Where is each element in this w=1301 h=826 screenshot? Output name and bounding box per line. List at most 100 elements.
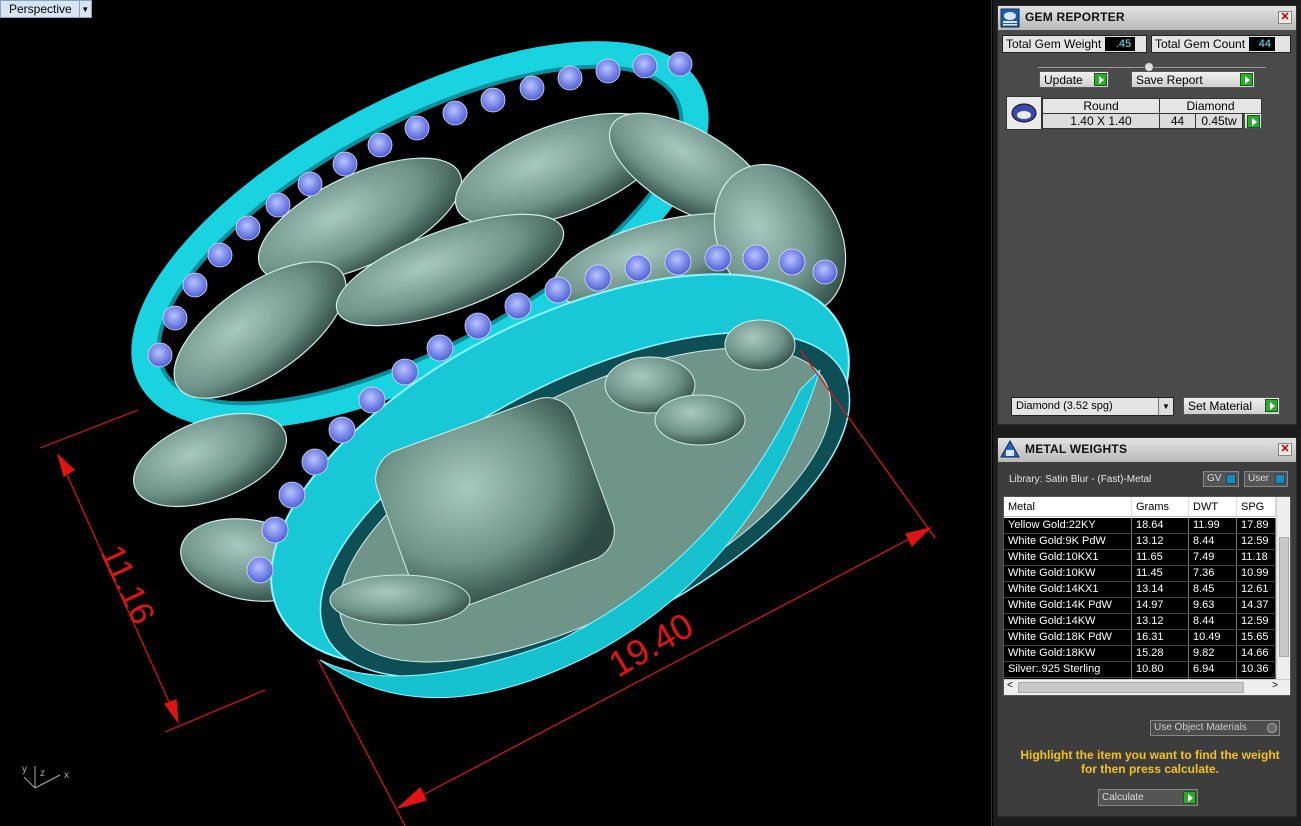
axis-x-label: x <box>64 770 69 781</box>
cell-dwt: 7.49 <box>1189 550 1237 565</box>
cell-metal: White Gold:18KW <box>1004 646 1132 661</box>
table-row[interactable]: White Gold:14KX1 13.14 8.45 12.61 <box>1004 582 1276 598</box>
cell-spg: 12.59 <box>1237 534 1276 549</box>
radio-icon <box>1267 723 1277 733</box>
cell-spg: 17.89 <box>1237 518 1276 533</box>
cell-metal: White Gold:10KW <box>1004 566 1132 581</box>
update-button-label: Update <box>1044 72 1083 87</box>
save-report-button-label: Save Report <box>1136 72 1203 87</box>
cell-metal: White Gold:14KW <box>1004 614 1132 629</box>
play-arrow-icon <box>1094 73 1107 86</box>
table-header: Metal Grams DWT SPG <box>1004 497 1276 517</box>
cell-dwt: 7.36 <box>1189 566 1237 581</box>
table-row[interactable]: White Gold:18KW 15.28 9.82 14.66 <box>1004 646 1276 662</box>
gv-toggle-label: GV <box>1207 473 1222 484</box>
calculate-button-label: Calculate <box>1102 792 1144 803</box>
gem-count-cell: 44 <box>1159 113 1196 129</box>
cell-spg: 12.59 <box>1237 614 1276 629</box>
total-gem-weight-field: Total Gem Weight .45 <box>1002 35 1147 53</box>
metal-weights-table[interactable]: Metal Grams DWT SPG Yellow Gold:22KY 18.6… <box>1003 496 1291 696</box>
table-row[interactable]: White Gold:10KW 11.45 7.36 10.99 <box>1004 566 1276 582</box>
gem-reporter-titlebar[interactable]: GEM REPORTER ✕ <box>998 6 1296 30</box>
cell-grams: 13.14 <box>1132 582 1189 597</box>
close-icon[interactable]: ✕ <box>1278 11 1292 24</box>
total-gem-count-field: Total Gem Count 44 <box>1151 35 1291 53</box>
instruction-hint: Highlight the item you want to find the … <box>1020 748 1280 776</box>
gem-material-select[interactable]: Diamond (3.52 spg) ▼ <box>1011 397 1174 416</box>
metal-weights-panel: METAL WEIGHTS ✕ Library: Satin Blur - (F… <box>997 437 1297 817</box>
table-row[interactable]: White Gold:9K PdW 13.12 8.44 12.59 <box>1004 534 1276 550</box>
cell-grams: 13.12 <box>1132 614 1189 629</box>
gem-totals-row: Total Gem Weight .45 Total Gem Count 44 <box>1002 35 1292 55</box>
height-dimension-label: 11.16 <box>93 539 162 630</box>
column-header-spg[interactable]: SPG <box>1237 497 1276 517</box>
scroll-left-icon[interactable]: < <box>1007 680 1013 691</box>
cell-dwt: 8.44 <box>1189 534 1237 549</box>
cell-metal: Silver:.925 Sterling <box>1004 662 1132 677</box>
cell-metal: White Gold:14KX1 <box>1004 582 1132 597</box>
scrollbar-thumb[interactable] <box>1279 537 1289 657</box>
axis-y-label: y <box>22 764 27 775</box>
use-object-materials-option[interactable]: Use Object Materials <box>1150 720 1280 736</box>
play-arrow-icon <box>1240 73 1253 86</box>
cell-metal: White Gold:18K PdW <box>1004 630 1132 645</box>
cell-dwt: 11.99 <box>1189 518 1237 533</box>
metal-weights-titlebar[interactable]: METAL WEIGHTS ✕ <box>998 438 1296 462</box>
column-header-dwt[interactable]: DWT <box>1189 497 1237 517</box>
table-row[interactable]: White Gold:10KX1 11.65 7.49 11.18 <box>1004 550 1276 566</box>
user-toggle-label: User <box>1248 473 1270 484</box>
cell-dwt: 8.44 <box>1189 614 1237 629</box>
side-panels: GEM REPORTER ✕ Total Gem Weight .45 Tota… <box>993 0 1301 826</box>
total-gem-weight-label: Total Gem Weight <box>1006 37 1102 51</box>
gem-row-detail-button[interactable] <box>1244 113 1262 129</box>
table-row[interactable]: Yellow Gold:22KY 18.64 11.99 17.89 <box>1004 518 1276 534</box>
chevron-down-icon[interactable]: ▼ <box>1158 398 1173 415</box>
total-gem-count-label: Total Gem Count <box>1155 37 1246 51</box>
metal-weights-title: METAL WEIGHTS <box>1025 442 1128 456</box>
viewport-menu-dropdown-icon[interactable]: ▼ <box>79 0 92 18</box>
save-report-button[interactable]: Save Report <box>1131 71 1255 88</box>
scroll-right-icon[interactable]: > <box>1272 680 1278 691</box>
set-material-button[interactable]: Set Material <box>1183 397 1280 415</box>
gem-reporter-panel: GEM REPORTER ✕ Total Gem Weight .45 Tota… <box>997 5 1297 425</box>
cell-spg: 14.37 <box>1237 598 1276 613</box>
scrollbar-thumb[interactable] <box>1018 682 1244 693</box>
table-row[interactable]: White Gold:14K PdW 14.97 9.63 14.37 <box>1004 598 1276 614</box>
perspective-viewport[interactable]: Perspective ▼ 11.16 19.40 y z x <box>0 0 992 826</box>
cell-grams: 11.45 <box>1132 566 1189 581</box>
update-button[interactable]: Update <box>1039 71 1109 88</box>
cell-spg: 15.65 <box>1237 630 1276 645</box>
play-arrow-icon <box>1265 399 1278 412</box>
gem-material-value: Diamond (3.52 spg) <box>1016 400 1113 412</box>
table-row[interactable]: Silver:.925 Sterling 10.80 6.94 10.36 <box>1004 662 1276 678</box>
cell-spg: 10.36 <box>1237 662 1276 677</box>
column-header-metal[interactable]: Metal <box>1004 497 1132 517</box>
total-gem-count-value: 44 <box>1249 37 1276 51</box>
set-material-button-label: Set Material <box>1188 399 1253 413</box>
cell-dwt: 10.49 <box>1189 630 1237 645</box>
cell-grams: 15.28 <box>1132 646 1189 661</box>
viewport-name[interactable]: Perspective <box>0 0 80 18</box>
cell-dwt: 9.63 <box>1189 598 1237 613</box>
cell-dwt: 9.82 <box>1189 646 1237 661</box>
cell-metal: White Gold:10KX1 <box>1004 550 1132 565</box>
table-row[interactable]: White Gold:14KW 13.12 8.44 12.59 <box>1004 614 1276 630</box>
round-gem-thumbnail-icon[interactable] <box>1006 96 1042 130</box>
calculate-button[interactable]: Calculate <box>1098 789 1198 806</box>
viewport-title[interactable]: Perspective ▼ <box>0 0 92 18</box>
horizontal-scrollbar[interactable]: < > <box>1004 679 1290 695</box>
cell-grams: 13.12 <box>1132 534 1189 549</box>
gem-size-cell: 1.40 X 1.40 <box>1042 113 1160 129</box>
cell-grams: 10.80 <box>1132 662 1189 677</box>
cell-spg: 12.61 <box>1237 582 1276 597</box>
gv-toggle[interactable]: GV <box>1203 471 1239 487</box>
gem-shape-header: Round <box>1042 98 1160 114</box>
user-toggle[interactable]: User <box>1244 471 1288 487</box>
cell-grams: 18.64 <box>1132 518 1189 533</box>
column-header-grams[interactable]: Grams <box>1132 497 1189 517</box>
play-arrow-icon <box>1247 115 1260 128</box>
table-row[interactable]: White Gold:18K PdW 16.31 10.49 15.65 <box>1004 630 1276 646</box>
gem-reporter-icon <box>999 7 1021 29</box>
close-icon[interactable]: ✕ <box>1278 443 1292 456</box>
vertical-scrollbar[interactable] <box>1276 497 1290 681</box>
